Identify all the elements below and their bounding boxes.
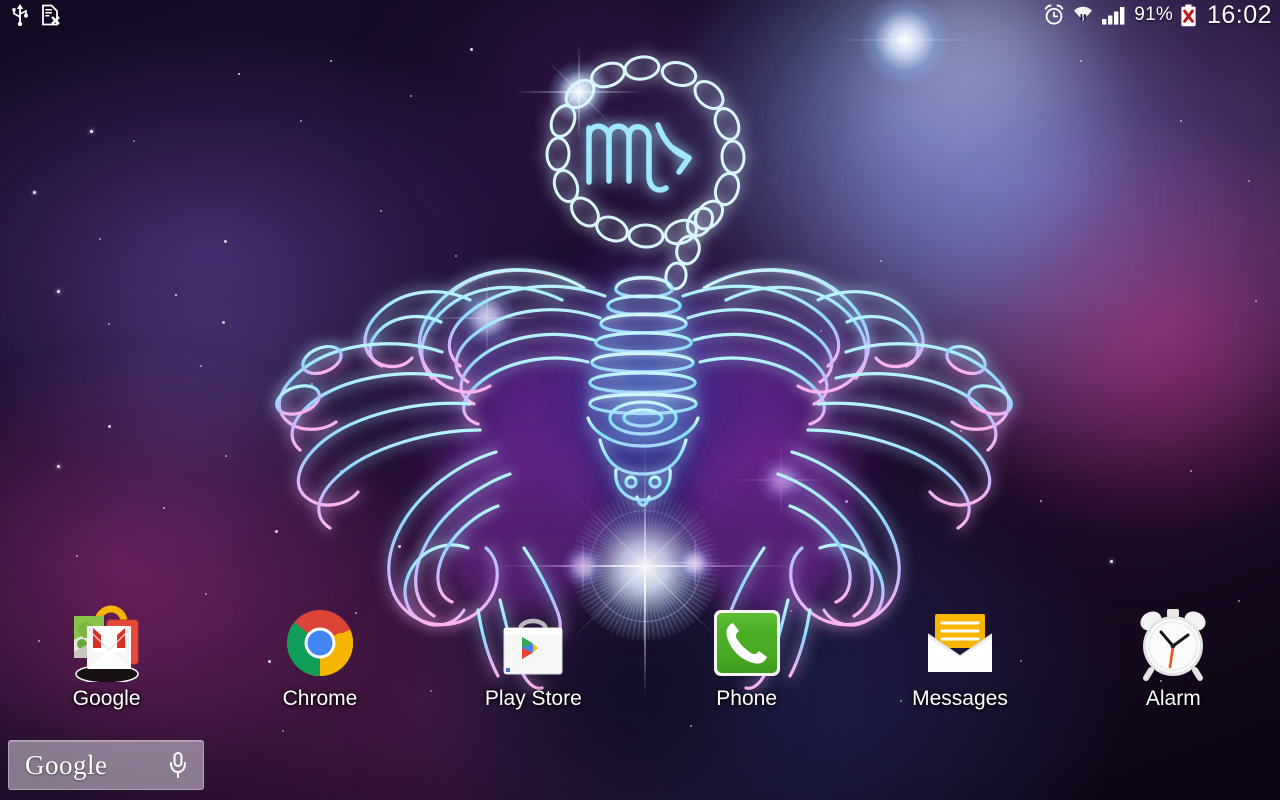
app-shortcut-messages[interactable]: Messages: [853, 604, 1066, 724]
status-bar[interactable]: 91% 16:02: [0, 0, 1280, 30]
phone-icon: [708, 604, 786, 682]
app-label: Play Store: [484, 687, 582, 710]
battery-percent: 91%: [1134, 4, 1173, 25]
messages-icon: [921, 604, 999, 682]
app-shortcut-play-store[interactable]: Play Store: [427, 604, 640, 724]
home-screen: 91% 16:02 Google Chrome Play Store Phone…: [0, 0, 1280, 800]
app-shortcut-google[interactable]: Google: [0, 604, 213, 724]
usb-icon: [12, 4, 28, 26]
status-bar-left: [10, 4, 60, 26]
app-shortcut-phone[interactable]: Phone: [640, 604, 853, 724]
battery-error-icon: [1181, 4, 1196, 26]
navigation-bar: [0, 740, 1280, 800]
no-sim-card-icon: [42, 4, 60, 26]
status-bar-clock: 16:02: [1206, 0, 1272, 29]
app-shortcut-chrome[interactable]: Chrome: [213, 604, 426, 724]
app-label: Chrome: [282, 687, 358, 710]
wifi-icon: [1074, 6, 1093, 21]
alarm-icon: [1134, 604, 1212, 682]
app-shortcut-alarm[interactable]: Alarm: [1067, 604, 1280, 724]
app-label: Google: [72, 687, 141, 710]
status-bar-right: 91% 16:02: [1043, 1, 1272, 30]
app-label: Messages: [912, 687, 1008, 710]
signal-bars-icon: [1102, 7, 1125, 25]
play-store-icon: [494, 604, 572, 682]
alarm-clock-icon: [1044, 4, 1064, 25]
app-label: Phone: [716, 687, 778, 710]
chrome-icon: [281, 604, 359, 682]
app-shortcut-row: Google Chrome Play Store Phone Messages …: [0, 604, 1280, 724]
google-folder-icon: [68, 604, 146, 684]
app-label: Alarm: [1145, 687, 1201, 710]
